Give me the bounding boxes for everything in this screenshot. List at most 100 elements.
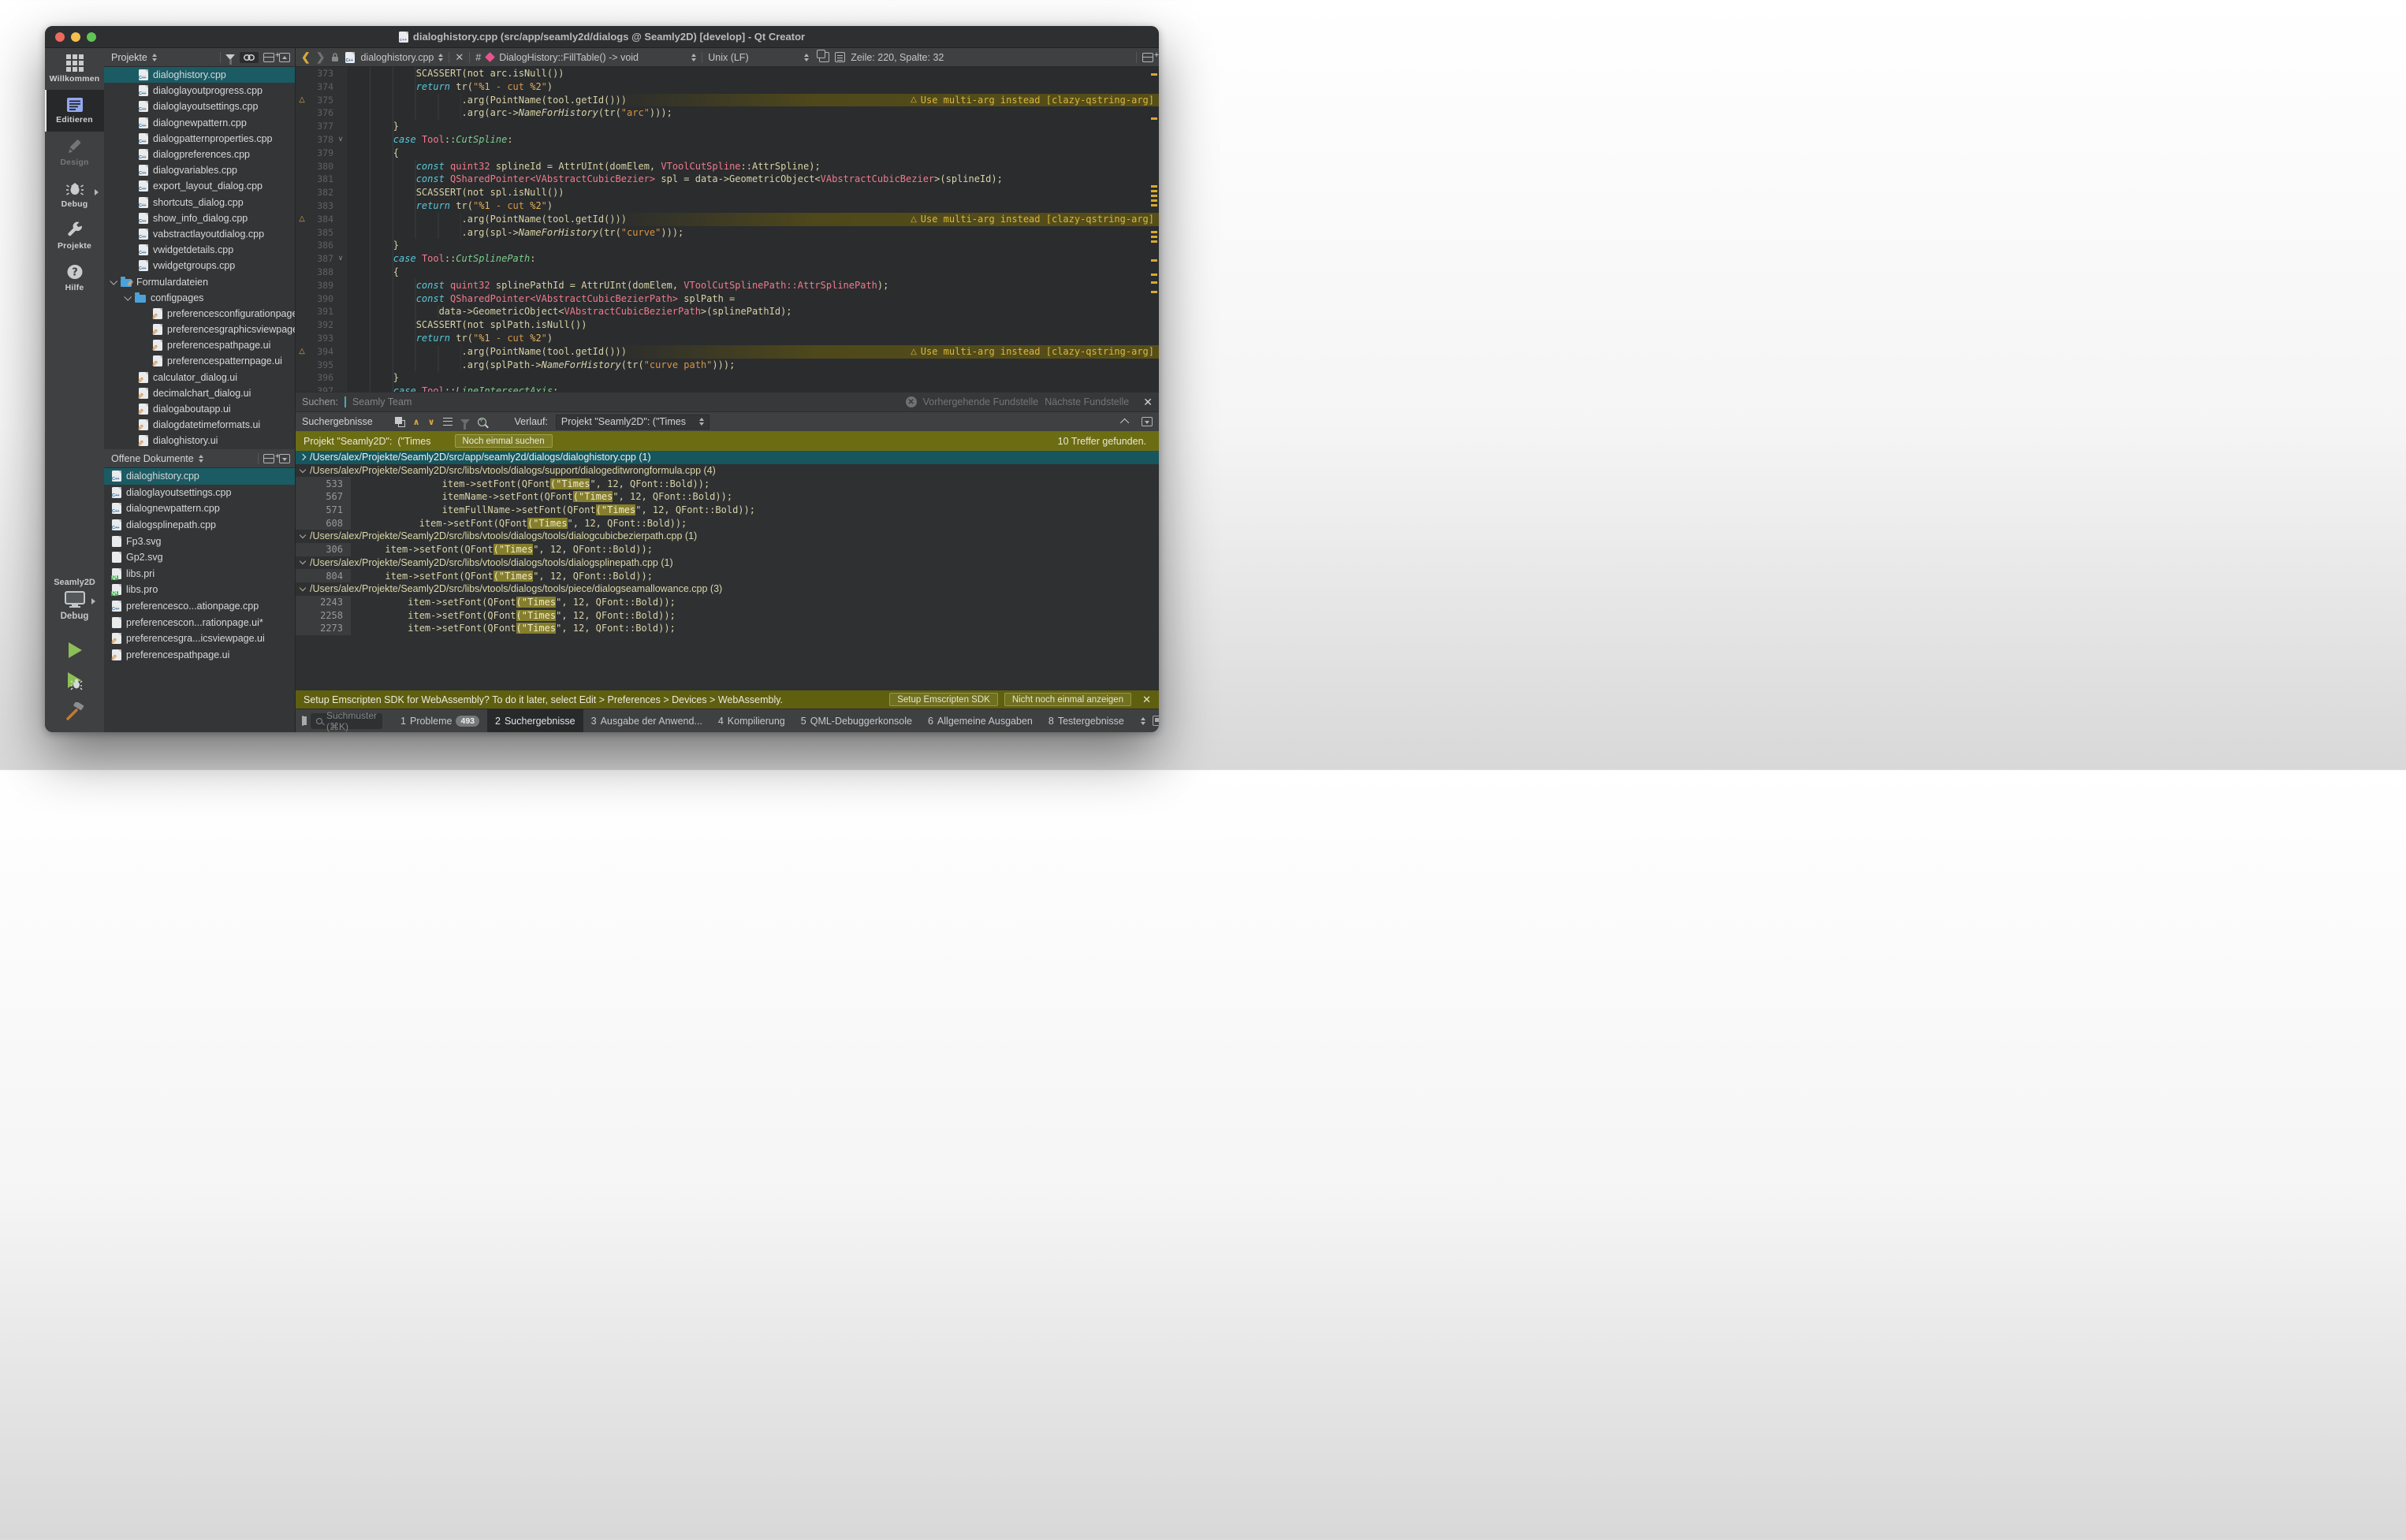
run-button[interactable] (66, 641, 84, 660)
expanded-chevron-icon[interactable] (300, 532, 306, 538)
result-file-row[interactable]: /Users/alex/Projekte/Seamly2D/src/libs/v… (296, 556, 1159, 570)
tree-item[interactable]: vwidgetdetails.cpp (104, 242, 295, 258)
expanded-chevron-icon[interactable] (300, 584, 306, 590)
previous-result-icon[interactable]: ∧ (413, 417, 420, 427)
minimize-window-button[interactable] (71, 32, 80, 42)
close-find-bar-icon[interactable]: ✕ (1143, 396, 1153, 409)
tree-item[interactable]: dialoglayoutsettings.cpp (104, 99, 295, 114)
code-line[interactable]: 392SCASSERT(not splPath.isNull()) (296, 318, 1159, 332)
code-line[interactable]: 385.arg(spl->NameForHistory(tr("curve"))… (296, 226, 1159, 240)
mode-projekte[interactable]: Projekte (45, 215, 104, 257)
debug-run-button[interactable] (65, 671, 84, 690)
fold-chevron-icon[interactable]: ∨ (333, 133, 348, 147)
code-line[interactable]: 373SCASSERT(not arc.isNull()) (296, 67, 1159, 80)
tree-item[interactable]: dialogpatternproperties.cpp (104, 131, 295, 147)
expand-all-icon[interactable] (443, 418, 453, 426)
maximize-panel-icon[interactable] (1142, 417, 1153, 426)
expanded-chevron-icon[interactable] (300, 466, 306, 472)
tree-item[interactable]: dialoglayoutprogress.cpp (104, 83, 295, 99)
code-line[interactable]: 390const QSharedPointer<VAbstractCubicBe… (296, 292, 1159, 306)
tree-item[interactable]: configpages (104, 290, 295, 306)
filter-icon[interactable] (225, 54, 235, 60)
tree-item[interactable]: preferencespathpage.ui (104, 337, 295, 353)
code-line[interactable]: 382SCASSERT(not spl.isNull()) (296, 186, 1159, 199)
output-pane-selector-icon[interactable] (1141, 717, 1145, 725)
navigate-back-icon[interactable]: ❮ (301, 50, 311, 64)
tree-item[interactable]: preferencesgraphicsviewpage.ui (104, 322, 295, 337)
expanded-chevron-icon[interactable] (300, 558, 306, 564)
search-again-button[interactable]: Noch einmal suchen (455, 434, 553, 448)
build-target-selector[interactable]: Seamly2D Debug (45, 578, 104, 732)
expand-chevron-icon[interactable] (124, 293, 132, 301)
close-notification-icon[interactable]: ✕ (1142, 694, 1151, 706)
tree-item[interactable]: dialogpreferences.cpp (104, 147, 295, 162)
tree-item[interactable]: decimalchart_dialog.ui (104, 385, 295, 401)
fold-chevron-icon[interactable]: ∨ (333, 252, 348, 266)
output-tab-ausgabe-der-anwend-[interactable]: 3Ausgabe der Anwend... (583, 709, 710, 732)
panel-mode-selector-icon[interactable] (152, 54, 157, 61)
tree-item[interactable]: preferencespatternpage.ui (104, 353, 295, 369)
line-ending-selector[interactable]: Unix (LF) (708, 52, 809, 63)
search-history-selector[interactable]: Projekt "Seamly2D": ("Times (556, 415, 710, 430)
code-line[interactable]: 389const quint32 splinePathId = AttrUInt… (296, 279, 1159, 292)
result-match-row[interactable]: 2243 item->setFont(QFont("Times", 12, QF… (296, 596, 1159, 609)
output-tab-suchergebnisse[interactable]: 2Suchergebnisse (487, 709, 583, 732)
result-file-row[interactable]: /Users/alex/Projekte/Seamly2D/src/libs/v… (296, 464, 1159, 478)
output-window-icon[interactable] (1153, 716, 1159, 726)
tree-item[interactable]: dialogaboutapp.ui (104, 401, 295, 417)
open-document-item[interactable]: libs.pri (104, 566, 295, 582)
result-match-row[interactable]: 804 item->setFont(QFont("Times", 12, QFo… (296, 569, 1159, 582)
result-match-row[interactable]: 571 itemFullName->setFont(QFont("Times",… (296, 504, 1159, 517)
open-document-item[interactable]: dialoglayoutsettings.cpp (104, 485, 295, 501)
code-line[interactable]: 388{ (296, 266, 1159, 279)
symbol-selector[interactable]: DialogHistory::FillTable() -> void (499, 52, 696, 63)
tree-item[interactable]: Formulardateien (104, 273, 295, 289)
mode-editieren[interactable]: Editieren (45, 90, 104, 132)
code-line[interactable]: 383return tr("%1 - cut %2") (296, 199, 1159, 213)
setup-emscripten-button[interactable]: Setup Emscripten SDK (889, 693, 998, 706)
tree-item[interactable]: vabstractlayoutdialog.cpp (104, 226, 295, 242)
code-line[interactable]: 377} (296, 120, 1159, 133)
open-document-item[interactable]: preferencespathpage.ui (104, 647, 295, 664)
find-next-button[interactable]: Nächste Fundstelle (1045, 396, 1129, 407)
sync-with-editor-icon[interactable] (240, 52, 259, 63)
tree-item[interactable]: dialoghistory.ui (104, 433, 295, 448)
expand-chevron-icon[interactable] (110, 277, 117, 285)
next-result-icon[interactable]: ∨ (428, 417, 435, 427)
open-document-item[interactable]: libs.pro (104, 582, 295, 598)
tree-item[interactable]: dialogdatetimeformats.ui (104, 417, 295, 433)
code-line[interactable]: 393return tr("%1 - cut %2") (296, 332, 1159, 345)
output-tab-allgemeine-ausgaben[interactable]: 6Allgemeine Ausgaben (920, 709, 1041, 732)
collapsed-chevron-icon[interactable] (300, 454, 306, 460)
close-panel-icon[interactable] (279, 53, 290, 62)
clear-search-icon[interactable]: ✕ (906, 396, 917, 407)
code-line[interactable]: 378∨case Tool::CutSpline: (296, 133, 1159, 147)
split-panel-icon[interactable] (263, 454, 274, 463)
code-line[interactable]: 397case Tool::LineIntersectAxis: (296, 385, 1159, 392)
output-tab-qml-debuggerkonsole[interactable]: 5QML-Debuggerkonsole (793, 709, 920, 732)
open-document-item[interactable]: preferencesgra...icsviewpage.ui (104, 631, 295, 647)
open-document-item[interactable]: Fp3.svg (104, 533, 295, 549)
editor-scrollbar-annotations[interactable] (1150, 67, 1158, 392)
panel-mode-selector-icon[interactable] (199, 455, 203, 463)
dismiss-notification-button[interactable]: Nicht noch einmal anzeigen (1004, 693, 1131, 706)
navigate-forward-icon[interactable]: ❯ (316, 50, 326, 64)
result-match-row[interactable]: 567 itemName->setFont(QFont("Times", 12,… (296, 490, 1159, 504)
code-line[interactable]: 376.arg(arc->NameForHistory(tr("arc"))); (296, 106, 1159, 120)
result-match-row[interactable]: 2258 item->setFont(QFont("Times", 12, QF… (296, 608, 1159, 622)
open-document-item[interactable]: preferencescon...rationpage.ui* (104, 614, 295, 631)
result-match-row[interactable]: 608 item->setFont(QFont("Times", 12, QFo… (296, 516, 1159, 530)
code-line[interactable]: 391data->GeometricObject<VAbstractCubicB… (296, 305, 1159, 318)
code-line[interactable]: 387∨case Tool::CutSplinePath: (296, 252, 1159, 266)
code-line[interactable]: △384.arg(PointName(tool.getId()))△Use mu… (296, 213, 1159, 226)
filter-results-icon[interactable] (460, 419, 470, 425)
tree-item[interactable]: preferencesconfigurationpage.ui (104, 306, 295, 322)
tree-item[interactable]: export_layout_dialog.cpp (104, 178, 295, 194)
file-properties-icon[interactable] (819, 52, 829, 62)
find-input[interactable]: Seamly Team (352, 396, 412, 407)
split-editor-icon[interactable] (1142, 53, 1153, 62)
find-previous-button[interactable]: Vorhergehende Fundstelle (923, 396, 1039, 407)
tree-item[interactable]: dialoghistory.cpp (104, 67, 295, 83)
split-panel-icon[interactable] (263, 53, 274, 62)
result-match-row[interactable]: 533 item->setFont(QFont("Times", 12, QFo… (296, 477, 1159, 490)
